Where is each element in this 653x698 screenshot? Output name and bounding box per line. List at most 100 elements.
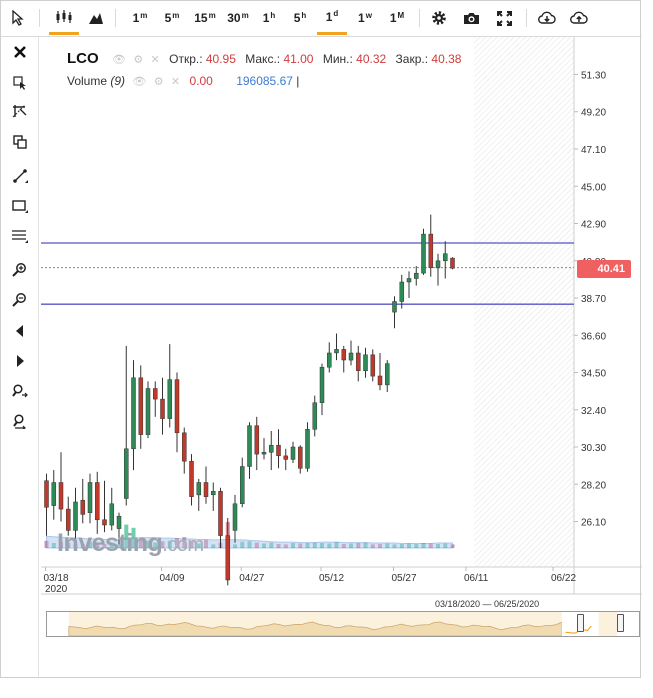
x-tick-label: 04/27 <box>239 573 264 584</box>
candle-body <box>443 253 448 262</box>
candle-body <box>348 352 354 361</box>
tf-unit: m <box>172 10 180 20</box>
cursor-tool-icon[interactable] <box>5 1 31 35</box>
candle-body <box>370 354 376 377</box>
candle-body <box>51 482 57 506</box>
navigator-right-handle[interactable] <box>617 614 624 632</box>
open-value: 40.95 <box>205 52 236 66</box>
tf-base: 1 <box>132 11 140 25</box>
candle-body <box>276 444 281 457</box>
tf-unit: m <box>140 10 148 20</box>
x-tick-label: 03/18 <box>44 573 69 584</box>
candle-body <box>225 535 231 581</box>
candle-body <box>356 352 361 371</box>
eye-icon[interactable]: 👁 <box>112 54 126 66</box>
tf-unit: m <box>241 10 249 20</box>
candle-body <box>341 349 347 361</box>
candle-body <box>189 460 194 497</box>
x-tick-label: 04/09 <box>160 573 185 584</box>
chart-widget: 1m 5m 15 m 30 m 1h 5h 1d 1w 1M 51.30 49.… <box>0 0 642 679</box>
y-tick-label: 32.40 <box>581 406 606 417</box>
zoom-in-icon[interactable] <box>9 259 31 281</box>
eye-icon[interactable]: 👁 <box>132 76 146 88</box>
candle-body <box>44 480 49 508</box>
candle-body <box>254 425 260 455</box>
timeframe-1h-button[interactable]: 1h <box>255 1 283 35</box>
settings-icon[interactable]: ⚙ <box>133 54 143 66</box>
timeframe-30m-button[interactable]: 30 m <box>222 1 254 35</box>
tf-unit: h <box>301 10 307 20</box>
candle-body <box>261 452 267 455</box>
candle-body <box>153 388 158 400</box>
close-icon[interactable]: ✕ <box>171 76 180 88</box>
timeframe-5m-button[interactable]: 5m <box>157 1 187 35</box>
candle-body <box>414 272 419 279</box>
future-hatched-area <box>474 37 574 567</box>
close-icon[interactable] <box>9 41 31 63</box>
price-chart[interactable]: 51.3049.2047.1045.0042.9040.8038.7036.60… <box>39 37 642 602</box>
navigator[interactable] <box>46 611 640 637</box>
x-tick-label: 06/11 <box>464 573 489 584</box>
timeframe-5h-button[interactable]: 5h <box>286 1 314 35</box>
rectangle-icon[interactable] <box>9 195 31 217</box>
timeframe-15m-button[interactable]: 15 m <box>189 1 221 35</box>
navigator-left-handle[interactable] <box>577 614 584 632</box>
candle-body <box>116 515 122 529</box>
candle-body <box>131 377 136 450</box>
scroll-left-icon[interactable] <box>9 320 31 342</box>
zoom-out-icon[interactable] <box>9 289 31 311</box>
scroll-right-icon[interactable] <box>9 350 31 372</box>
drawing-toolbar <box>1 37 39 679</box>
timeframe-1m-button[interactable]: 1m <box>125 1 155 35</box>
ohlc-legend: LCO 👁 ⚙ ✕ Откр.: 40.95 Макс.: 41.00 Мин.… <box>67 50 461 67</box>
gear-icon[interactable] <box>427 1 451 35</box>
y-tick-label: 42.90 <box>581 220 606 231</box>
candle-body <box>319 366 325 403</box>
close-label: Закр.: <box>395 52 429 66</box>
candle-body <box>203 482 209 497</box>
download-cloud-icon[interactable] <box>535 1 559 35</box>
timeframe-1w-button[interactable]: 1w <box>351 1 379 35</box>
zoom-fit-all-icon[interactable] <box>9 410 31 432</box>
timeframe-1mo-button[interactable]: 1M <box>383 1 411 35</box>
camera-icon[interactable] <box>459 1 483 35</box>
settings-icon[interactable]: ⚙ <box>154 76 164 88</box>
volume-label: Volume <box>67 74 108 88</box>
candle-body <box>385 363 390 386</box>
fullscreen-icon[interactable] <box>492 1 516 35</box>
area-chart-type-icon[interactable] <box>83 1 109 35</box>
candlestick-type-icon[interactable] <box>49 1 79 35</box>
y-tick-label: 51.30 <box>581 71 606 82</box>
close-icon[interactable]: ✕ <box>151 54 160 66</box>
upload-cloud-icon[interactable] <box>567 1 591 35</box>
trend-line-icon[interactable] <box>9 165 31 187</box>
tf-base: 1 <box>325 9 333 24</box>
candle-body <box>58 482 64 510</box>
candle-body <box>283 455 289 460</box>
x-year-label: 2020 <box>45 584 68 595</box>
tf-base: 5 <box>293 11 301 25</box>
timeframe-1d-button[interactable]: 1d <box>317 1 347 35</box>
tf-base: 1 <box>358 11 365 25</box>
candle-body <box>377 375 383 386</box>
toolbar-divider <box>526 9 527 27</box>
candle-body <box>138 377 144 435</box>
remove-drawings-icon[interactable] <box>9 71 31 93</box>
last-price-badge: 40.41 <box>577 260 631 278</box>
candle-body <box>73 501 78 531</box>
zoom-fit-right-icon[interactable] <box>9 380 31 402</box>
candle-body <box>102 519 107 526</box>
candle-body <box>145 388 151 435</box>
crosshair-cursor-icon[interactable] <box>9 101 31 123</box>
low-value: 40.32 <box>356 52 387 66</box>
y-tick-label: 28.20 <box>581 480 606 491</box>
y-tick-label: 36.60 <box>581 331 606 342</box>
candle-body <box>392 301 397 313</box>
clone-icon[interactable] <box>9 131 31 153</box>
candle-body <box>211 491 216 496</box>
candle-body <box>290 446 296 460</box>
horizontal-lines-icon[interactable] <box>9 225 31 247</box>
candle-body <box>399 281 405 302</box>
x-tick-label: 05/12 <box>319 573 344 584</box>
y-tick-label: 38.70 <box>581 294 606 305</box>
